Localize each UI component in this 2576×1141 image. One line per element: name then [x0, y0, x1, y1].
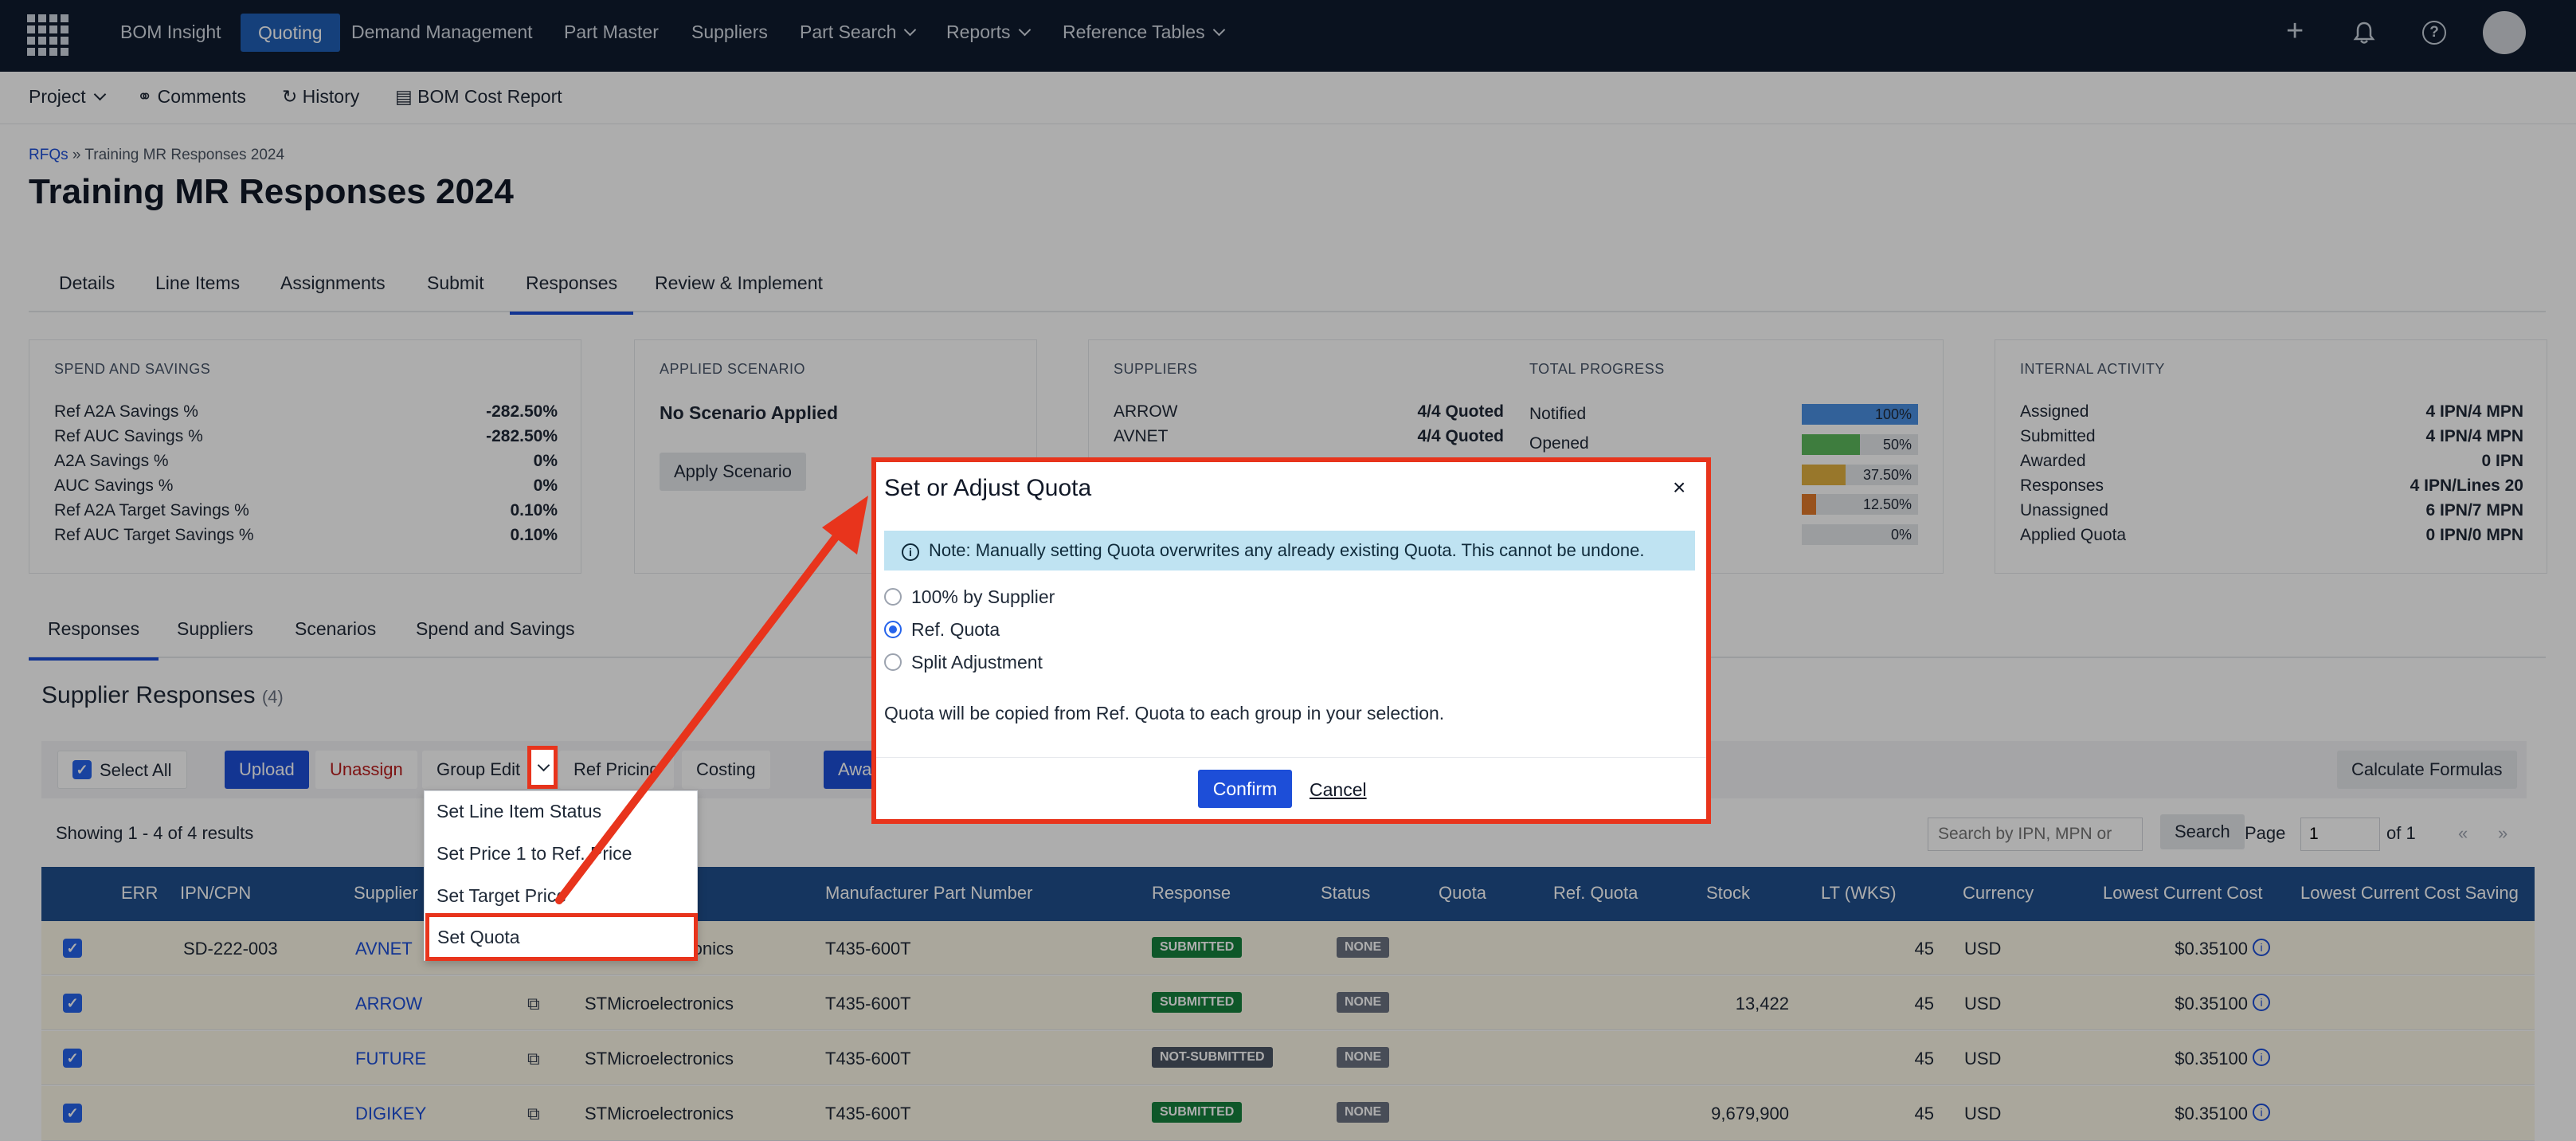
- annotation-arrow-icon: [555, 496, 868, 904]
- menu-set-quota[interactable]: Set Quota: [425, 913, 698, 961]
- info-icon: i: [902, 543, 919, 561]
- modal-note: i Note: Manually setting Quota overwrites…: [884, 531, 1695, 570]
- modal-divider: [876, 757, 1706, 758]
- close-icon[interactable]: ×: [1673, 475, 1685, 500]
- confirm-button[interactable]: Confirm: [1198, 770, 1292, 808]
- radio-100-by-supplier-label[interactable]: 100% by Supplier: [911, 586, 1055, 608]
- menu-set-target-price[interactable]: Set Target Price: [437, 885, 566, 907]
- radio-100-by-supplier[interactable]: [884, 588, 902, 606]
- cancel-button[interactable]: Cancel: [1310, 779, 1367, 801]
- modal-note-text: Note: Manually setting Quota overwrites …: [929, 540, 1645, 560]
- radio-split-adjustment-label[interactable]: Split Adjustment: [911, 652, 1043, 673]
- radio-ref-quota[interactable]: [884, 621, 902, 638]
- modal-title: Set or Adjust Quota: [884, 475, 1092, 501]
- set-quota-modal: [871, 457, 1711, 824]
- radio-split-adjustment[interactable]: [884, 653, 902, 671]
- chevron-down-icon: [537, 759, 550, 772]
- radio-ref-quota-label[interactable]: Ref. Quota: [911, 619, 1000, 641]
- modal-description: Quota will be copied from Ref. Quota to …: [884, 703, 1445, 723]
